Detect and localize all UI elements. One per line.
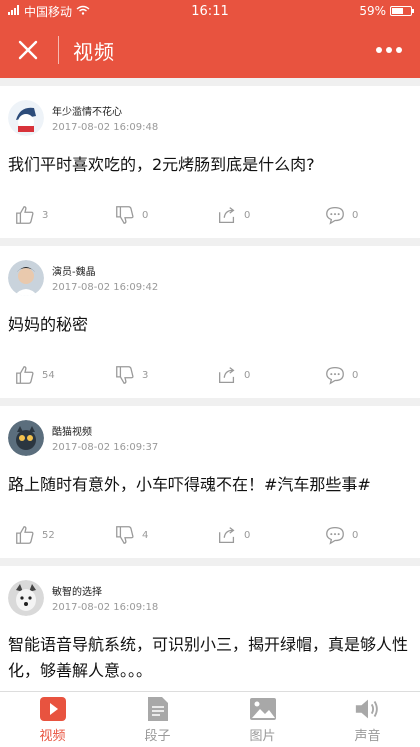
dislike-button[interactable]: 4 bbox=[96, 524, 196, 546]
share-button[interactable]: 0 bbox=[196, 524, 298, 546]
post-text[interactable]: 智能语音导航系统，可识别小三，揭开绿帽，真是够人性化，够善解人意。。。 bbox=[8, 620, 412, 691]
like-count: 54 bbox=[42, 369, 55, 381]
post-card[interactable]: 酷猫视频 2017-08-02 16:09:37 路上随时有意外，小车吓得魂不在… bbox=[0, 406, 420, 558]
like-count: 3 bbox=[42, 209, 49, 221]
avatar[interactable] bbox=[8, 420, 44, 456]
dislike-button[interactable]: 0 bbox=[96, 204, 196, 226]
post-card[interactable]: 演员-魏晶 2017-08-02 16:09:42 妈妈的秘密 54 3 0 0 bbox=[0, 246, 420, 398]
share-count: 0 bbox=[244, 369, 251, 381]
tab-label: 段子 bbox=[144, 728, 171, 744]
author-name[interactable]: 酷猫视频 bbox=[52, 423, 158, 438]
tab-images[interactable]: 图片 bbox=[210, 692, 315, 747]
appbar-divider bbox=[58, 36, 59, 64]
comment-count: 0 bbox=[352, 209, 359, 221]
comment-count: 0 bbox=[352, 529, 359, 541]
thumbs-down-icon bbox=[116, 526, 134, 544]
share-button[interactable]: 0 bbox=[196, 204, 298, 226]
author-name[interactable]: 演员-魏晶 bbox=[52, 263, 158, 278]
post-text[interactable]: 我们平时喜欢吃的，2元烤肠到底是什么肉? bbox=[8, 140, 412, 192]
thumbs-up-icon bbox=[16, 206, 34, 224]
comment-button[interactable]: 0 bbox=[298, 204, 406, 226]
thumbs-up-icon bbox=[16, 526, 34, 544]
post-text[interactable]: 路上随时有意外，小车吓得魂不在！#汽车那些事# bbox=[8, 460, 412, 512]
share-icon bbox=[219, 207, 235, 223]
page-title: 视频 bbox=[73, 39, 115, 64]
avatar[interactable] bbox=[8, 100, 44, 136]
tab-video[interactable]: 视频 bbox=[0, 692, 105, 747]
comment-button[interactable]: 0 bbox=[298, 364, 406, 386]
dislike-count: 4 bbox=[142, 529, 149, 541]
carrier-label: 中国移动 bbox=[24, 4, 73, 19]
post-time: 2017-08-02 16:09:48 bbox=[52, 122, 159, 133]
tab-label: 声音 bbox=[354, 728, 381, 744]
thumbs-down-icon bbox=[116, 206, 134, 224]
more-dot-icon bbox=[396, 47, 402, 53]
document-icon bbox=[144, 696, 172, 722]
comment-button[interactable]: 0 bbox=[298, 524, 406, 546]
thumbs-down-icon bbox=[116, 366, 134, 384]
image-icon bbox=[249, 696, 277, 722]
battery-icon bbox=[390, 6, 414, 16]
comment-icon bbox=[326, 367, 344, 385]
avatar[interactable] bbox=[8, 580, 44, 616]
like-button[interactable]: 52 bbox=[14, 524, 96, 546]
post-time: 2017-08-02 16:09:37 bbox=[52, 442, 159, 453]
author-name[interactable]: 敏智的选择 bbox=[52, 583, 158, 598]
status-bar: 中国移动 16:11 59% bbox=[0, 0, 420, 22]
tab-label: 图片 bbox=[249, 728, 276, 744]
app-bar: 视频 bbox=[0, 22, 420, 78]
avatar[interactable] bbox=[8, 260, 44, 296]
post-time: 2017-08-02 16:09:18 bbox=[52, 602, 159, 613]
wifi-icon bbox=[76, 4, 90, 18]
share-button[interactable]: 0 bbox=[196, 364, 298, 386]
post-card[interactable]: 敏智的选择 2017-08-02 16:09:18 智能语音导航系统，可识别小三… bbox=[0, 566, 420, 691]
signal-icon bbox=[8, 4, 20, 18]
dislike-button[interactable]: 3 bbox=[96, 364, 196, 386]
share-count: 0 bbox=[244, 209, 251, 221]
share-icon bbox=[219, 527, 235, 543]
author-name[interactable]: 年少滥情不花心 bbox=[52, 103, 158, 118]
tab-jokes[interactable]: 段子 bbox=[105, 692, 210, 747]
close-icon bbox=[18, 40, 38, 60]
close-button[interactable] bbox=[12, 34, 44, 66]
video-icon bbox=[39, 696, 67, 722]
share-count: 0 bbox=[244, 529, 251, 541]
like-button[interactable]: 54 bbox=[14, 364, 96, 386]
dislike-count: 0 bbox=[142, 209, 149, 221]
more-dot-icon bbox=[386, 47, 392, 53]
post-card[interactable]: 年少滥情不花心 2017-08-02 16:09:48 我们平时喜欢吃的，2元烤… bbox=[0, 86, 420, 238]
more-button[interactable] bbox=[370, 41, 408, 59]
battery-percent: 59% bbox=[359, 4, 386, 18]
thumbs-up-icon bbox=[16, 366, 34, 384]
like-count: 52 bbox=[42, 529, 55, 541]
comment-count: 0 bbox=[352, 369, 359, 381]
bottom-tab-bar: 视频 段子 图片 声音 bbox=[0, 691, 420, 747]
tab-label: 视频 bbox=[39, 728, 66, 744]
tab-audio[interactable]: 声音 bbox=[315, 692, 420, 747]
dislike-count: 3 bbox=[142, 369, 149, 381]
share-icon bbox=[219, 367, 235, 383]
like-button[interactable]: 3 bbox=[14, 204, 96, 226]
speaker-icon bbox=[354, 696, 382, 722]
post-text[interactable]: 妈妈的秘密 bbox=[8, 300, 412, 352]
post-feed[interactable]: 年少滥情不花心 2017-08-02 16:09:48 我们平时喜欢吃的，2元烤… bbox=[0, 78, 420, 691]
comment-icon bbox=[326, 207, 344, 225]
comment-icon bbox=[326, 527, 344, 545]
post-time: 2017-08-02 16:09:42 bbox=[52, 282, 159, 293]
more-dot-icon bbox=[376, 47, 382, 53]
